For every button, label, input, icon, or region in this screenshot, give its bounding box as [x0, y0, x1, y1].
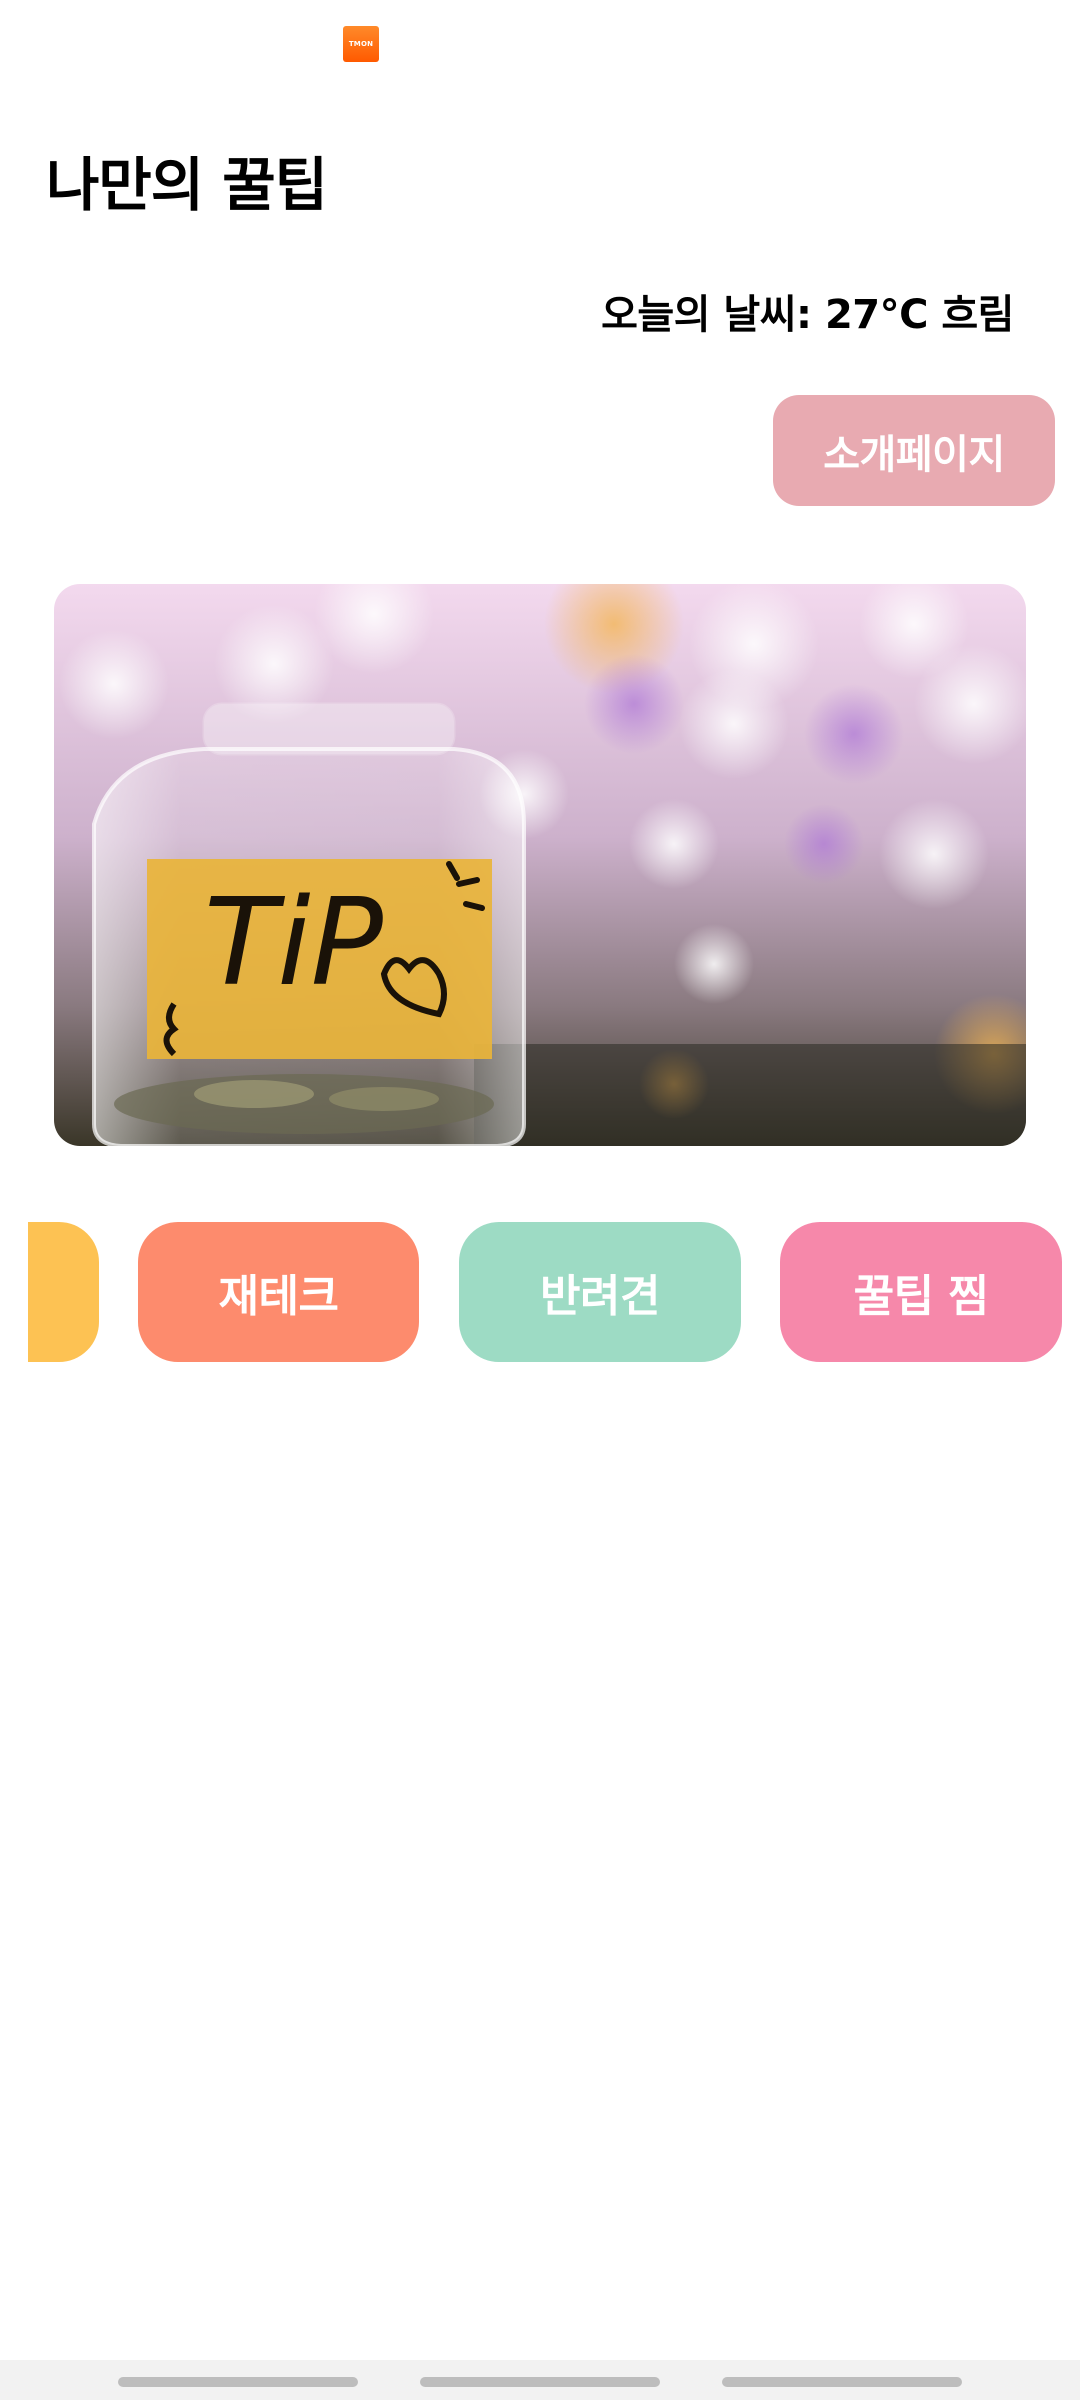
tip-label-text: TiP — [204, 874, 384, 1013]
tmon-app-icon: TMON — [343, 26, 379, 62]
category-chip-finance[interactable]: 재테크 — [138, 1222, 419, 1362]
weather-text: 오늘의 날씨: 27°C 흐림 — [601, 292, 1014, 338]
navigation-bar — [0, 2360, 1080, 2400]
tip-jar-illustration: TiP — [54, 584, 1026, 1146]
nav-home-handle[interactable] — [420, 2377, 660, 2387]
status-bar: TMON — [0, 0, 1080, 90]
hero-image-tip-jar: TiP — [54, 584, 1026, 1146]
nav-back-handle[interactable] — [722, 2377, 962, 2387]
category-chips: 재테크 반려견 꿀팁 찜 — [0, 1222, 1080, 1362]
intro-page-button[interactable]: 소개페이지 — [773, 395, 1055, 506]
category-chip-partial[interactable] — [28, 1222, 99, 1362]
category-chip-pets[interactable]: 반려견 — [459, 1222, 741, 1362]
category-chip-saved-tips[interactable]: 꿀팁 찜 — [780, 1222, 1062, 1362]
page-title: 나만의 꿀팁 — [46, 151, 328, 219]
nav-recents-handle[interactable] — [118, 2377, 358, 2387]
tmon-app-icon-label: TMON — [348, 40, 374, 48]
